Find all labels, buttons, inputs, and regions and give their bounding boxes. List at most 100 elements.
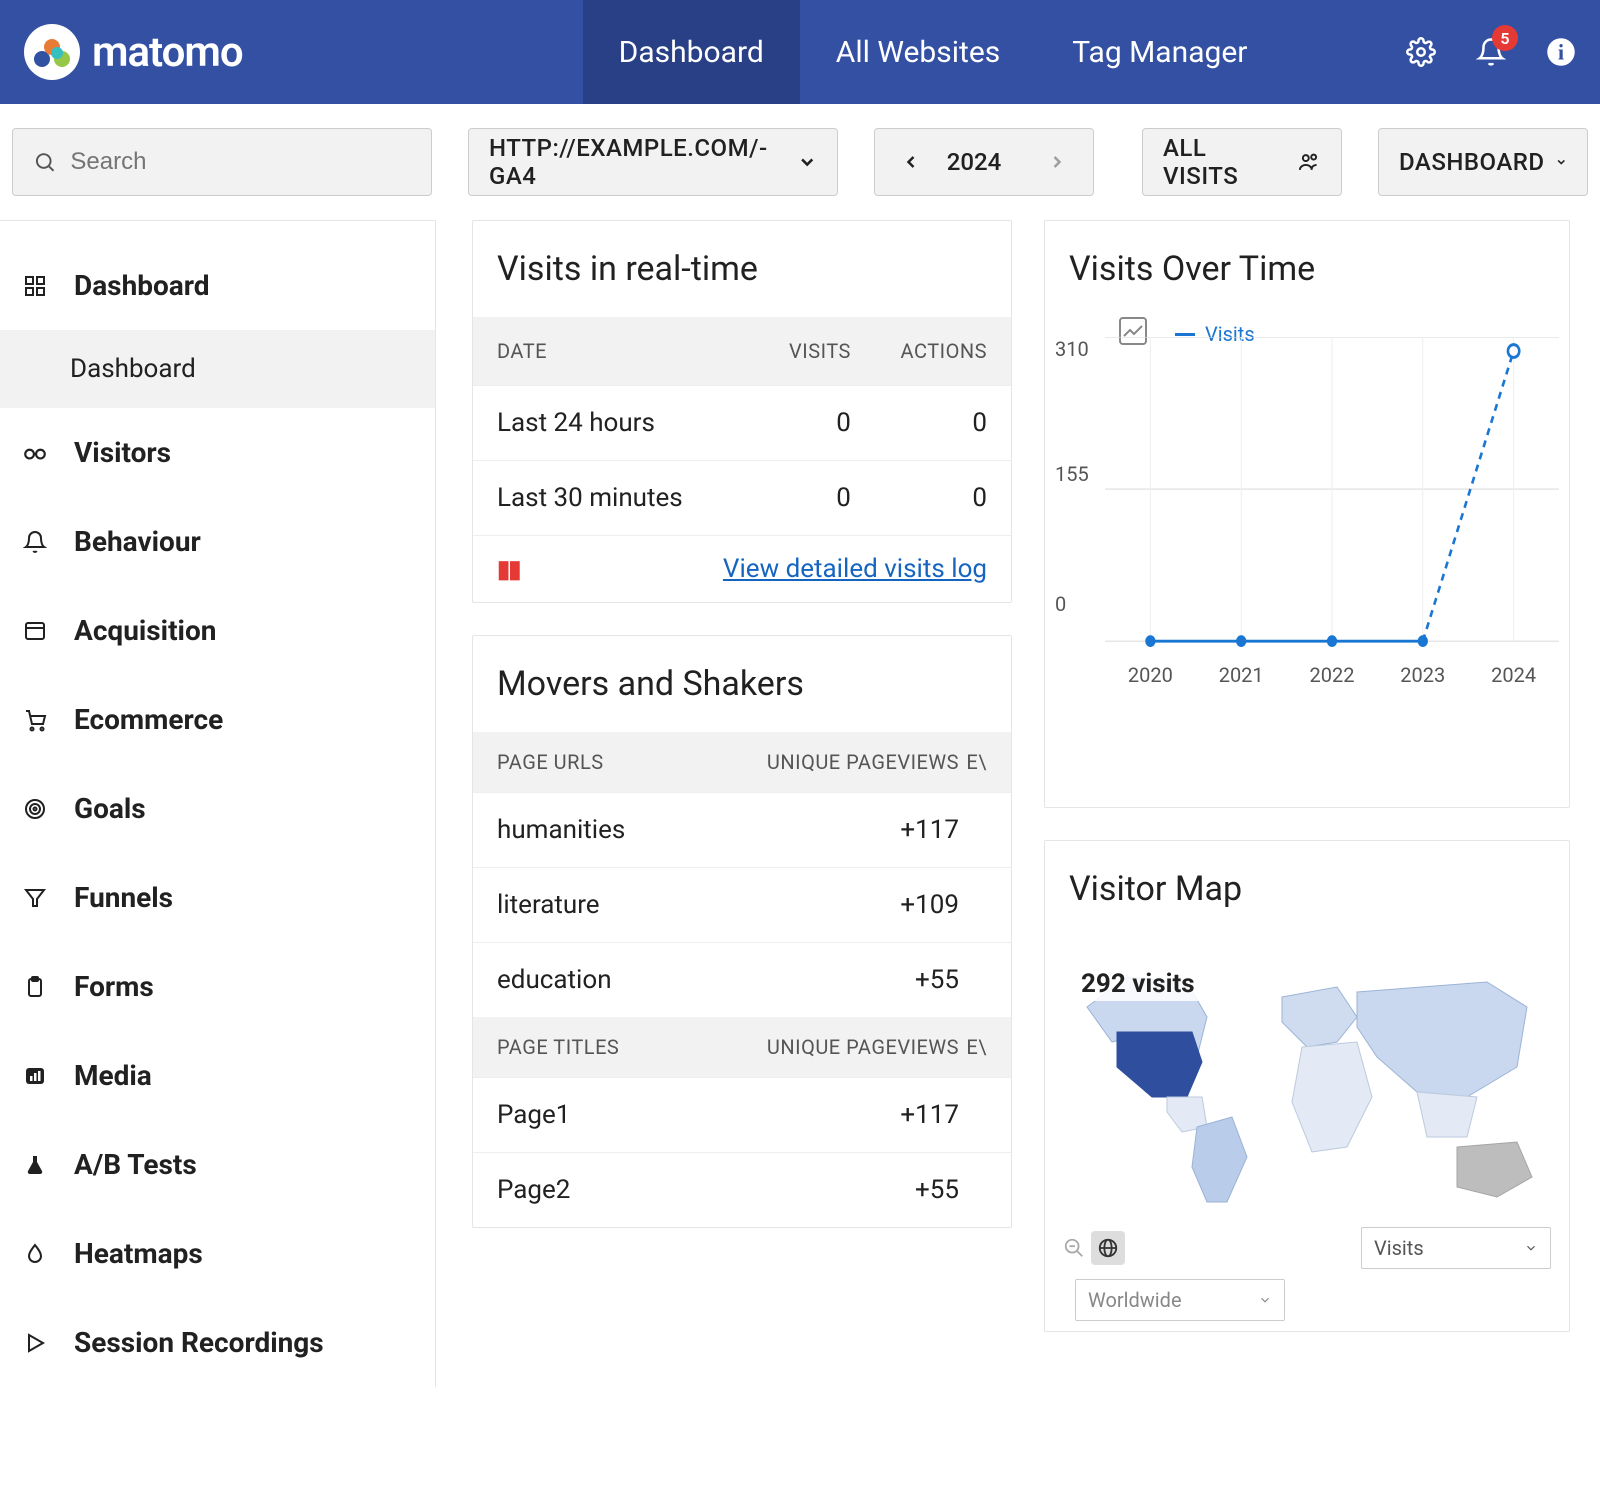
card-title: Visits in real-time <box>473 221 1011 317</box>
cell-name: literature <box>497 890 767 920</box>
visits-chart[interactable]: Visits 310 155 0 <box>1045 317 1569 687</box>
col-ev: E\ <box>959 1035 987 1059</box>
play-icon <box>20 1328 50 1358</box>
dashboard-selector-label: DASHBOARD <box>1399 148 1545 176</box>
drop-icon <box>20 1239 50 1269</box>
sidebar-item-forms[interactable]: Forms <box>0 942 435 1031</box>
sidebar-sub-dashboard[interactable]: Dashboard <box>0 330 435 408</box>
dashboard-selector[interactable]: DASHBOARD <box>1378 128 1588 196</box>
search-box[interactable] <box>12 128 432 196</box>
topnav-icons: 5 i <box>1406 37 1576 67</box>
chevron-down-icon <box>1524 1241 1538 1255</box>
realtime-header: DATE VISITS ACTIONS <box>473 317 1011 385</box>
clipboard-icon <box>20 972 50 1002</box>
date-selector[interactable]: 2024 <box>874 128 1094 196</box>
table-row: Last 30 minutes 0 0 <box>473 460 1011 535</box>
sidebar-item-behaviour[interactable]: Behaviour <box>0 497 435 586</box>
topnav-item-dashboard[interactable]: Dashboard <box>583 0 800 104</box>
sidebar-item-funnels[interactable]: Funnels <box>0 853 435 942</box>
world-map[interactable]: 292 visits <box>1045 937 1569 1217</box>
date-next-icon[interactable] <box>1041 152 1073 172</box>
card-title: Visits Over Time <box>1045 221 1569 317</box>
cell-name: Page2 <box>497 1175 767 1205</box>
cell-date: Last 24 hours <box>497 408 715 438</box>
sidebar-item-dashboard[interactable]: Dashboard <box>0 241 435 330</box>
brand-name: matomo <box>92 28 243 77</box>
notification-badge: 5 <box>1492 25 1518 51</box>
site-selector[interactable]: HTTP://EXAMPLE.COM/- GA4 <box>468 128 838 196</box>
site-selector-label: HTTP://EXAMPLE.COM/- GA4 <box>489 134 797 190</box>
xtick: 2021 <box>1219 663 1264 687</box>
sidebar-item-media[interactable]: Media <box>0 1031 435 1120</box>
bell-outline-icon <box>20 527 50 557</box>
sidebar-item-acquisition[interactable]: Acquisition <box>0 586 435 675</box>
col-titles: PAGE TITLES <box>497 1035 767 1059</box>
legend-swatch <box>1175 333 1195 336</box>
bell-icon[interactable]: 5 <box>1476 37 1506 67</box>
table-row[interactable]: education +55 <box>473 942 1011 1017</box>
sidebar-item-label: Ecommerce <box>74 703 223 736</box>
ytick: 0 <box>1055 592 1066 616</box>
movers-header-titles: PAGE TITLES UNIQUE PAGEVIEWS E\ <box>473 1017 1011 1077</box>
col-pv: UNIQUE PAGEVIEWS <box>767 1035 960 1059</box>
sidebar-sub-label: Dashboard <box>70 354 196 384</box>
card-realtime: Visits in real-time DATE VISITS ACTIONS … <box>472 220 1012 603</box>
segment-label: ALL VISITS <box>1163 134 1285 190</box>
topnav-item-all-websites[interactable]: All Websites <box>800 0 1037 104</box>
select-value: Visits <box>1374 1236 1424 1260</box>
sidebar-item-label: Funnels <box>74 881 173 914</box>
sidebar-item-label: A/B Tests <box>74 1148 197 1181</box>
search-icon <box>33 149 56 175</box>
xtick: 2020 <box>1128 663 1173 687</box>
topnav-menu: Dashboard All Websites Tag Manager <box>583 0 1284 104</box>
map-controls: Visits <box>1045 1217 1569 1269</box>
sidebar-item-goals[interactable]: Goals <box>0 764 435 853</box>
chevron-down-icon <box>1258 1293 1272 1307</box>
topnav-item-tag-manager[interactable]: Tag Manager <box>1036 0 1283 104</box>
col-ev: E\ <box>959 750 987 774</box>
search-input[interactable] <box>70 148 411 176</box>
cell-pv: +109 <box>767 890 960 920</box>
chevron-down-icon <box>1555 151 1567 173</box>
sidebar-item-label: Visitors <box>74 436 171 469</box>
table-row[interactable]: humanities +117 <box>473 792 1011 867</box>
cell-pv: +117 <box>767 1100 960 1130</box>
card-movers: Movers and Shakers PAGE URLS UNIQUE PAGE… <box>472 635 1012 1228</box>
table-row[interactable]: literature +109 <box>473 867 1011 942</box>
sidebar-item-label: Goals <box>74 792 146 825</box>
table-row[interactable]: Page2 +55 <box>473 1152 1011 1227</box>
map-metric-select[interactable]: Visits <box>1361 1227 1551 1269</box>
toolbar: HTTP://EXAMPLE.COM/- GA4 2024 ALL VISITS… <box>0 104 1600 220</box>
xtick: 2022 <box>1310 663 1355 687</box>
col-visits: VISITS <box>715 339 851 363</box>
zoom-out-icon[interactable] <box>1063 1237 1085 1259</box>
date-prev-icon[interactable] <box>895 152 927 172</box>
table-row: Last 24 hours 0 0 <box>473 385 1011 460</box>
chart-bar-icon <box>20 1061 50 1091</box>
map-region-select[interactable]: Worldwide <box>1075 1279 1285 1321</box>
sidebar-item-visitors[interactable]: Visitors <box>0 408 435 497</box>
cell-actions: 0 <box>851 483 987 513</box>
binoculars-icon <box>20 438 50 468</box>
map-overlay-label: 292 visits <box>1075 967 1201 1001</box>
cell-pv: +55 <box>767 965 960 995</box>
view-log-link[interactable]: View detailed visits log <box>723 554 987 584</box>
sidebar-item-session-recordings[interactable]: Session Recordings <box>0 1298 435 1387</box>
pause-icon[interactable]: ▮▮ <box>497 555 519 583</box>
main-layout: Dashboard Dashboard Visitors Behaviour A… <box>0 220 1600 1387</box>
users-icon <box>1297 150 1321 174</box>
target-icon <box>20 794 50 824</box>
sidebar-item-ecommerce[interactable]: Ecommerce <box>0 675 435 764</box>
card-visitor-map: Visitor Map 292 visits <box>1044 840 1570 1332</box>
globe-icon[interactable] <box>1091 1231 1125 1265</box>
info-icon[interactable]: i <box>1546 37 1576 67</box>
sidebar-item-abtests[interactable]: A/B Tests <box>0 1120 435 1209</box>
chart-area <box>1105 337 1559 647</box>
date-label: 2024 <box>947 148 1002 176</box>
sidebar-item-heatmaps[interactable]: Heatmaps <box>0 1209 435 1298</box>
gear-icon[interactable] <box>1406 37 1436 67</box>
table-row[interactable]: Page1 +117 <box>473 1077 1011 1152</box>
segment-selector[interactable]: ALL VISITS <box>1142 128 1342 196</box>
brand[interactable]: matomo <box>24 24 243 80</box>
cell-name: education <box>497 965 767 995</box>
